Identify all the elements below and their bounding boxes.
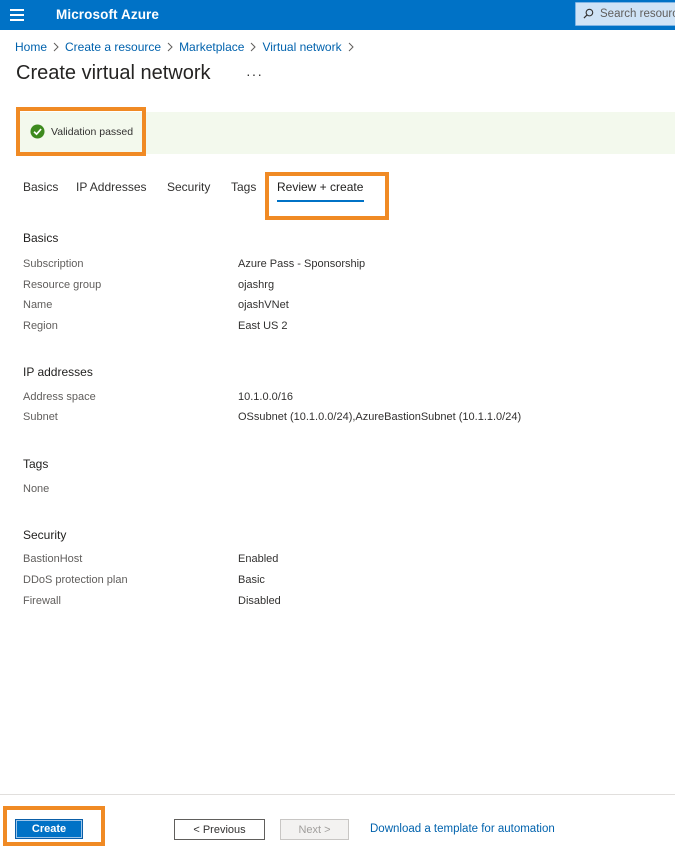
chevron-right-icon: [167, 42, 173, 52]
breadcrumb-home[interactable]: Home: [15, 40, 47, 54]
value-subscription: Azure Pass - Sponsorship: [238, 258, 366, 270]
label-subnet: Subnet: [23, 411, 58, 423]
search-input[interactable]: [600, 6, 675, 22]
download-template-link[interactable]: Download a template for automation: [370, 823, 555, 835]
validation-highlight-box: [16, 107, 146, 156]
hamburger-menu-icon[interactable]: [10, 9, 24, 21]
label-region: Region: [23, 320, 58, 332]
label-bastion-host: BastionHost: [23, 553, 83, 565]
breadcrumb: Home Create a resource Marketplace Virtu…: [15, 40, 360, 54]
label-subscription: Subscription: [23, 258, 84, 270]
value-region: East US 2: [238, 320, 288, 332]
value-resource-group: ojashrg: [238, 279, 275, 291]
label-address-space: Address space: [23, 391, 96, 403]
create-highlight-box: [3, 806, 105, 846]
tab-ip-addresses[interactable]: IP Addresses: [76, 180, 147, 194]
search-box[interactable]: [575, 2, 675, 26]
chevron-right-icon: [348, 42, 354, 52]
tab-basics[interactable]: Basics: [23, 180, 58, 194]
tab-highlight-box: [265, 172, 389, 220]
tags-none-text: None: [23, 483, 50, 495]
tab-tags[interactable]: Tags: [231, 180, 256, 194]
search-icon: [583, 8, 594, 19]
value-subnet: OSsubnet (10.1.0.0/24),AzureBastionSubne…: [238, 411, 522, 423]
value-bastion-host: Enabled: [238, 553, 279, 565]
tab-security[interactable]: Security: [167, 180, 210, 194]
brand-title[interactable]: Microsoft Azure: [56, 7, 159, 22]
value-ddos-protection: Basic: [238, 574, 265, 586]
top-bar: Microsoft Azure: [0, 0, 675, 30]
page-title: Create virtual network: [16, 62, 211, 84]
section-title-ip-addresses: IP addresses: [23, 365, 93, 379]
label-firewall: Firewall: [23, 595, 61, 607]
label-resource-group: Resource group: [23, 279, 102, 291]
footer-divider: [0, 794, 675, 795]
section-title-security: Security: [23, 528, 67, 542]
more-options-icon[interactable]: ···: [246, 66, 263, 82]
next-button[interactable]: Next >: [280, 819, 349, 840]
value-address-space: 10.1.0.0/16: [238, 391, 294, 403]
breadcrumb-create-resource[interactable]: Create a resource: [65, 40, 161, 54]
value-name: ojashVNet: [238, 299, 289, 311]
label-name: Name: [23, 299, 53, 311]
value-firewall: Disabled: [238, 595, 281, 607]
section-title-tags: Tags: [23, 457, 49, 471]
chevron-right-icon: [53, 42, 59, 52]
label-ddos-protection: DDoS protection plan: [23, 574, 128, 586]
chevron-right-icon: [251, 42, 257, 52]
breadcrumb-marketplace[interactable]: Marketplace: [179, 40, 244, 54]
breadcrumb-virtual-network[interactable]: Virtual network: [262, 40, 341, 54]
section-title-basics: Basics: [23, 231, 59, 245]
previous-button[interactable]: < Previous: [174, 819, 265, 840]
